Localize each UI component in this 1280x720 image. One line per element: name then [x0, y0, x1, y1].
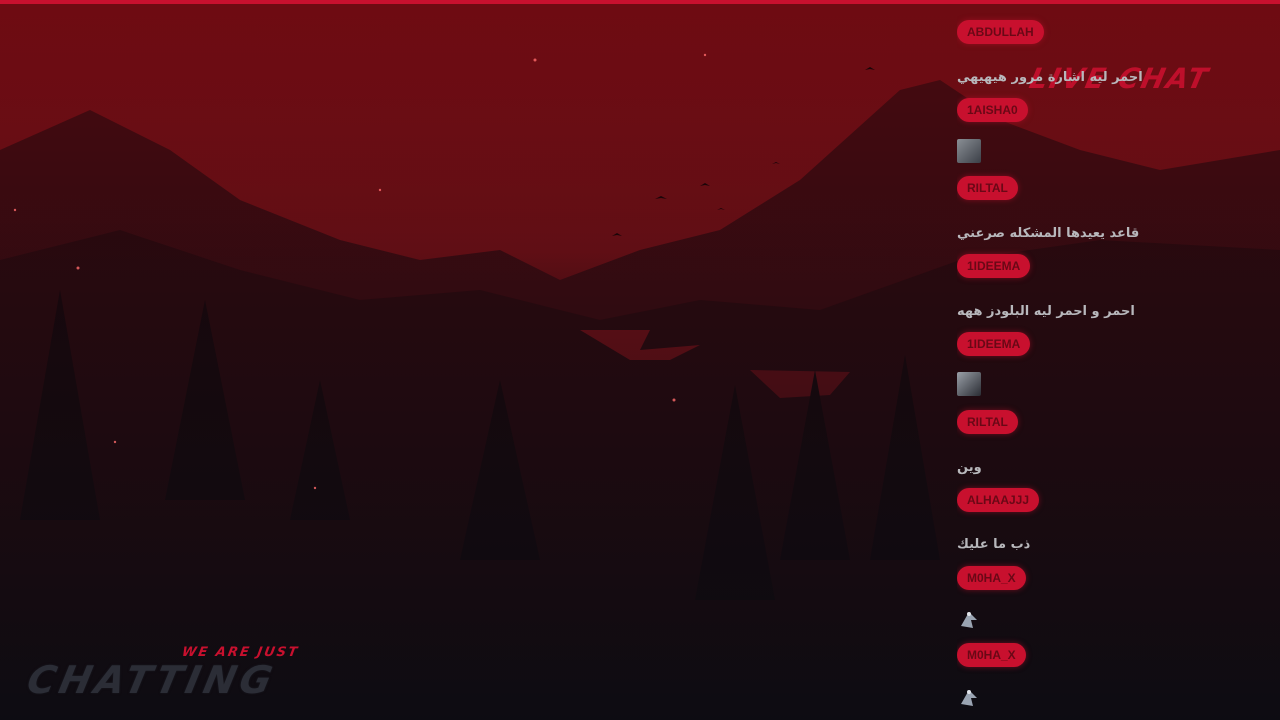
avatar-emote	[957, 139, 981, 163]
chat-overlay: ABDULLAH احمر ليه اشارة مرور هيهيهي 1AIS…	[957, 0, 1277, 720]
avatar-emote	[957, 372, 981, 396]
chat-username: 1IDEEMA	[957, 332, 1031, 356]
chat-username: ABDULLAH	[957, 20, 1044, 44]
bird-emote	[957, 606, 983, 636]
top-accent-bar	[0, 0, 1280, 4]
chat-username: RILTAL	[957, 176, 1018, 200]
bird-emote	[957, 684, 983, 714]
chat-username: ALHAAJJJ	[957, 488, 1040, 512]
chat-message: قاعد يعيدها المشكله صرعني	[957, 226, 1140, 241]
chat-username: RILTAL	[957, 410, 1018, 434]
chat-message: احمر و احمر ليه البلودز ههه	[957, 304, 1135, 319]
tagline-big: CHATTING	[23, 658, 280, 702]
chat-message: احمر ليه اشارة مرور هيهيهي	[957, 70, 1143, 85]
chat-username: M0HA_X	[957, 643, 1026, 667]
chat-username: M0HA_X	[957, 566, 1026, 590]
chat-message: وين	[957, 460, 982, 475]
chat-username: 1AISHA0	[957, 98, 1028, 122]
chat-message: ذب ما عليك	[957, 537, 1031, 552]
chat-username: 1IDEEMA	[957, 254, 1031, 278]
